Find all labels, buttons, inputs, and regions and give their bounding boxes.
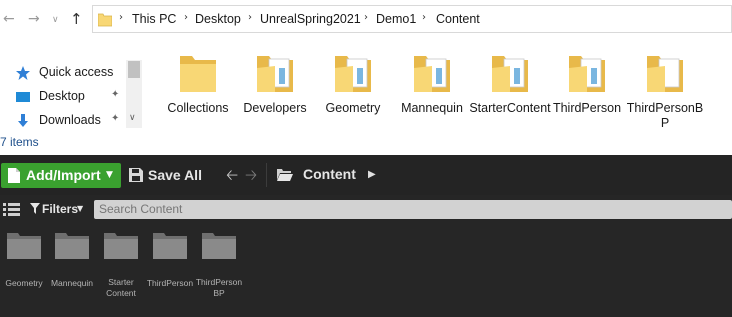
history-back-icon[interactable]: 🡠	[226, 165, 238, 190]
chevron-down-icon: ▼	[106, 170, 113, 180]
folder-icon	[55, 233, 89, 259]
breadcrumb-demo1[interactable]: Demo1	[376, 12, 416, 26]
breadcrumb-separator-icon: ›	[119, 12, 123, 23]
folder-item-thirdpersonbp[interactable]: ThirdPersonBP	[624, 50, 706, 132]
folder-item-thirdperson[interactable]: ThirdPerson	[546, 50, 628, 132]
new-document-icon	[8, 168, 20, 183]
asset-folder-thirdpersonbp[interactable]: ThirdPerson BP	[195, 231, 243, 298]
star-icon	[16, 66, 30, 80]
list-view-toggle-icon[interactable]	[3, 203, 20, 216]
folder-name: Mannequin	[401, 101, 463, 115]
save-disk-icon	[129, 168, 143, 182]
folder-name: Geometry	[325, 101, 381, 115]
path-expand-arrow-icon[interactable]: ▶	[368, 169, 376, 180]
breadcrumb-separator-icon: ›	[184, 12, 188, 23]
folder-item-startercontent[interactable]: StarterContent	[469, 50, 551, 132]
folder-with-files-icon	[492, 56, 528, 92]
folder-with-document-icon	[647, 56, 683, 92]
folder-item-geometry[interactable]: Geometry	[312, 50, 394, 132]
folder-name: Collections	[167, 101, 229, 115]
add-import-label: Add/Import	[26, 167, 101, 183]
folder-with-files-icon	[569, 56, 605, 92]
folder-icon	[7, 233, 41, 259]
asset-folder-startercontent[interactable]: Starter Content	[97, 231, 145, 298]
forward-arrow-icon[interactable]: →	[28, 9, 40, 29]
path-breadcrumb-content[interactable]: Content	[303, 166, 356, 182]
folder-name: ThirdPersonBP	[626, 101, 704, 130]
search-content-input[interactable]: Search Content	[94, 200, 732, 219]
folder-item-collections[interactable]: Collections	[157, 50, 239, 132]
folder-with-files-icon	[414, 56, 450, 92]
folder-icon	[180, 56, 216, 92]
breadcrumb-content[interactable]: Content	[436, 12, 480, 26]
nav-item-label: Quick access	[39, 65, 114, 79]
filters-button[interactable]: Filters ▼	[28, 200, 90, 218]
add-import-button[interactable]: Add/Import ▼	[1, 163, 121, 188]
back-arrow-icon[interactable]: ←	[3, 9, 15, 29]
history-forward-icon[interactable]: 🡢	[245, 165, 257, 190]
address-row: ← → ∨ ↑ › This PC › Desktop › UnrealSpri…	[0, 0, 732, 38]
folder-name: Developers	[243, 101, 307, 115]
scrollbar-thumb[interactable]	[128, 61, 140, 78]
breadcrumb-separator-icon: ›	[422, 12, 426, 23]
pin-icon[interactable]: ✦	[111, 113, 119, 124]
asset-folder-mannequin[interactable]: Mannequin	[48, 231, 96, 288]
filters-label: Filters	[42, 202, 79, 216]
folder-icon	[98, 13, 112, 27]
folder-icon	[104, 233, 138, 259]
nav-item-desktop[interactable]: Desktop ✦	[0, 86, 126, 106]
up-arrow-icon[interactable]: ↑	[70, 9, 83, 29]
nav-item-label: Downloads	[39, 113, 101, 127]
breadcrumb-separator-icon: ›	[364, 12, 368, 23]
asset-name: ThirdPerson BP	[195, 277, 243, 298]
breadcrumb-separator-icon: ›	[248, 12, 252, 23]
folder-with-files-icon	[335, 56, 371, 92]
funnel-icon	[30, 203, 40, 214]
nav-item-label: Desktop	[39, 89, 85, 103]
scroll-down-icon[interactable]: ∨	[129, 113, 136, 123]
open-folder-icon	[277, 169, 293, 181]
breadcrumb-desktop[interactable]: Desktop	[195, 12, 241, 26]
folder-item-mannequin[interactable]: Mannequin	[391, 50, 473, 132]
folder-with-files-icon	[257, 56, 293, 92]
save-all-label: Save All	[148, 167, 202, 183]
toolbar-divider	[266, 163, 267, 187]
breadcrumb-unrealspring2021[interactable]: UnrealSpring2021	[260, 12, 361, 26]
search-placeholder: Search Content	[99, 202, 183, 216]
asset-folder-geometry[interactable]: Geometry	[0, 231, 48, 288]
address-bar[interactable]: › This PC › Desktop › UnrealSpring2021 ›…	[92, 5, 732, 33]
asset-folder-thirdperson[interactable]: ThirdPerson	[146, 231, 194, 288]
recent-locations-chevron-icon[interactable]: ∨	[52, 10, 59, 30]
nav-item-downloads[interactable]: Downloads ✦	[0, 110, 126, 130]
save-all-button[interactable]: Save All	[127, 164, 217, 188]
file-explorer-window: ← → ∨ ↑ › This PC › Desktop › UnrealSpri…	[0, 0, 732, 155]
folder-icon	[202, 233, 236, 259]
folder-item-developers[interactable]: Developers	[234, 50, 316, 132]
folder-icon	[153, 233, 187, 259]
chevron-down-icon: ▼	[77, 204, 84, 213]
pin-icon[interactable]: ✦	[111, 89, 119, 100]
status-item-count: 7 items	[0, 135, 39, 149]
desktop-icon	[16, 92, 30, 102]
breadcrumb-this-pc[interactable]: This PC	[132, 12, 176, 26]
download-arrow-icon	[18, 114, 28, 127]
folder-name: ThirdPerson	[552, 101, 622, 115]
folder-name: StarterContent	[469, 101, 551, 115]
nav-item-quick-access[interactable]: Quick access	[0, 62, 126, 82]
